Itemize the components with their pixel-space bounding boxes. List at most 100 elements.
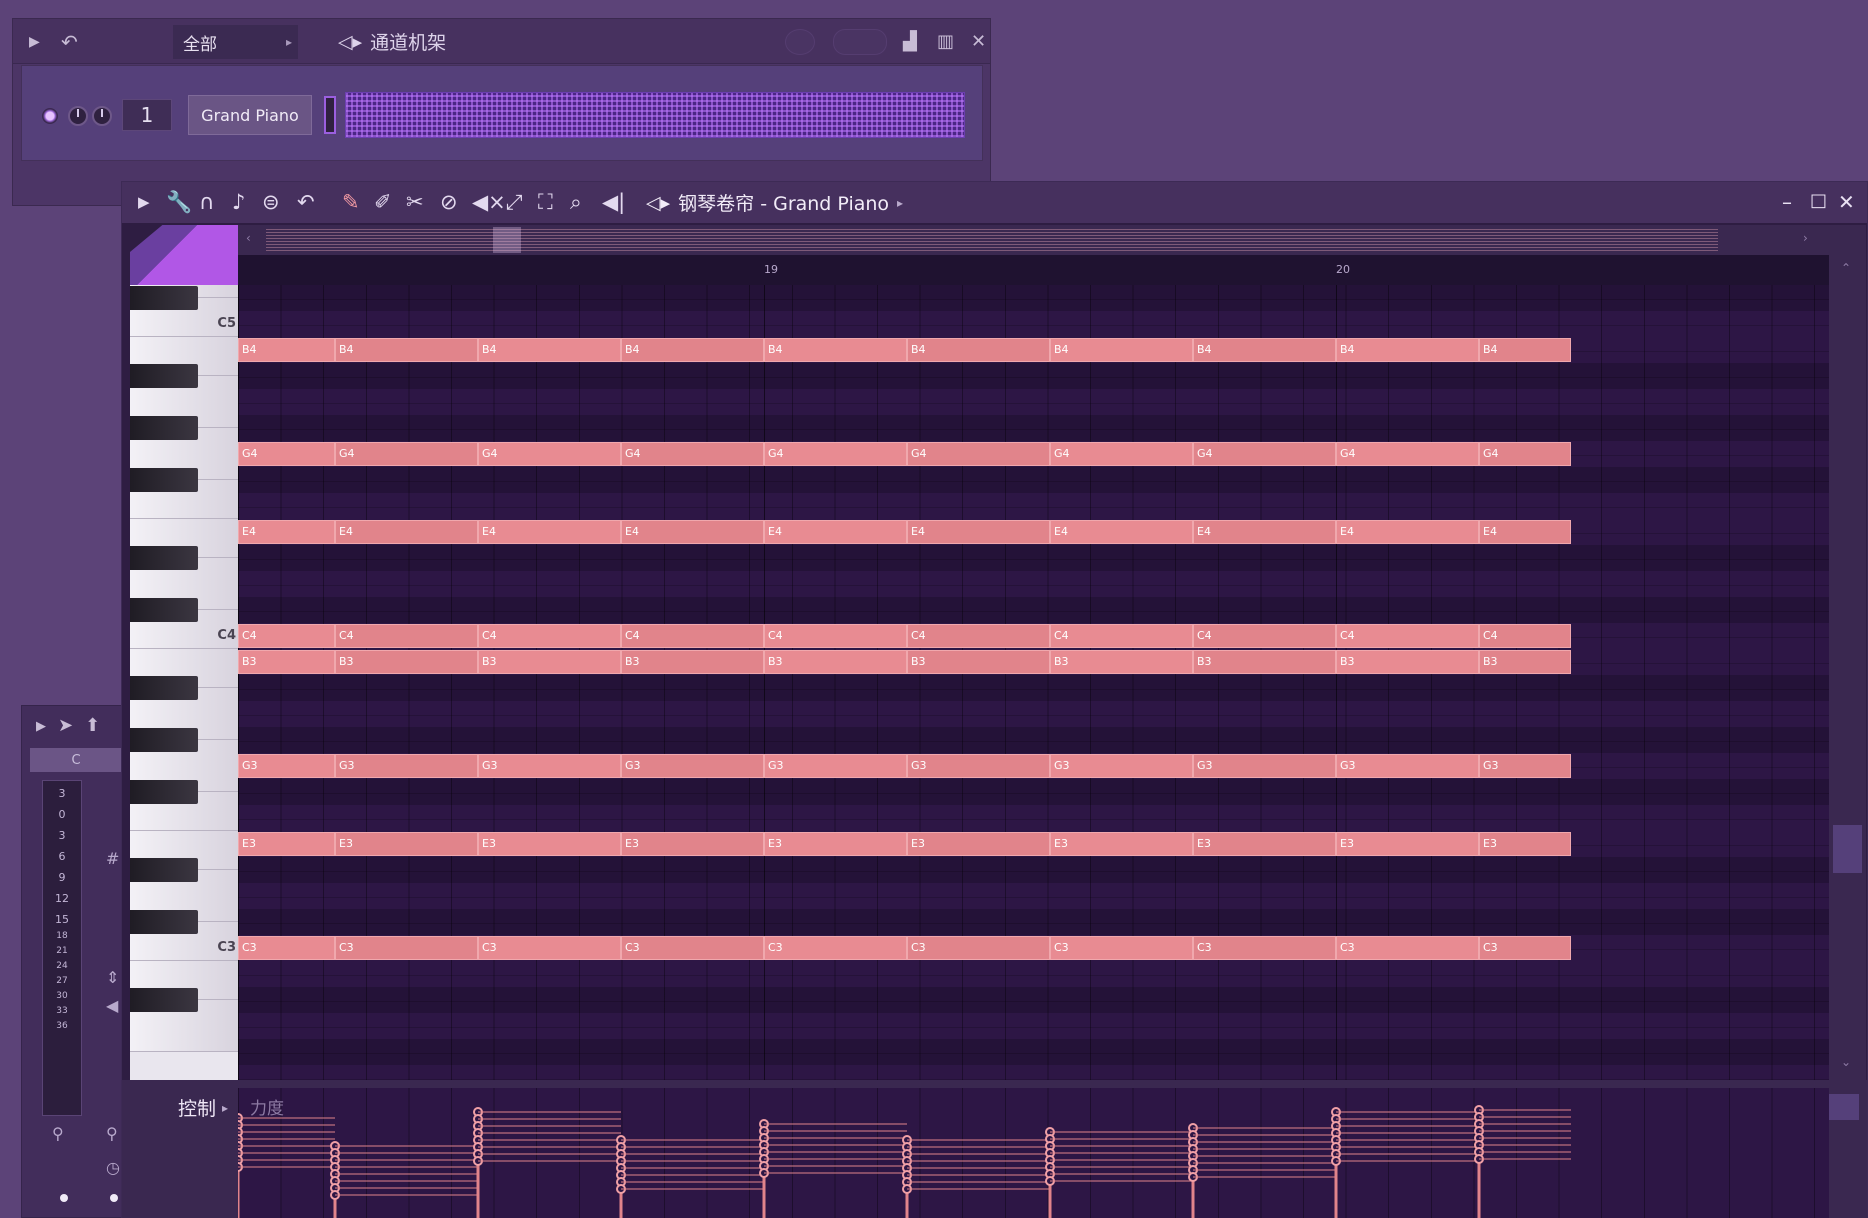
note[interactable]: E3 (764, 832, 907, 856)
black-key[interactable] (130, 728, 198, 752)
note[interactable]: B4 (478, 338, 621, 362)
value-list-item[interactable]: 15 (43, 913, 81, 926)
delete-icon[interactable]: ⊘ (440, 190, 458, 214)
velocity-group[interactable] (1331, 1107, 1479, 1218)
note[interactable]: E3 (1193, 832, 1336, 856)
velocity-group[interactable] (616, 1135, 764, 1218)
more-options-icon[interactable] (833, 29, 887, 55)
note[interactable]: B3 (1193, 650, 1336, 674)
note[interactable]: E4 (1336, 520, 1479, 544)
note[interactable]: G4 (907, 442, 1050, 466)
control-options-button[interactable] (1829, 1094, 1859, 1120)
velocity-group[interactable] (1474, 1105, 1571, 1218)
chevron-right-icon[interactable]: ▸ (897, 196, 903, 210)
value-list-item[interactable]: 18 (43, 931, 81, 941)
note[interactable]: C3 (1336, 936, 1479, 960)
value-list-item[interactable]: 3 (43, 829, 81, 842)
fish-icon[interactable]: ➤ (58, 717, 73, 735)
velocity-group[interactable] (759, 1119, 907, 1218)
note[interactable]: B4 (335, 338, 478, 362)
note[interactable]: G4 (478, 442, 621, 466)
up-down-icon[interactable]: ⇕ (106, 968, 119, 987)
note[interactable]: G4 (335, 442, 478, 466)
value-list-item[interactable]: 6 (43, 850, 81, 863)
note[interactable]: G3 (907, 754, 1050, 778)
note[interactable]: G3 (1479, 754, 1571, 778)
maximize-icon[interactable]: □ (1810, 190, 1827, 211)
note[interactable]: E3 (621, 832, 764, 856)
velocity-group[interactable] (902, 1135, 1050, 1218)
value-list-item[interactable]: 36 (43, 1021, 81, 1031)
chevron-left-icon[interactable]: ‹ (246, 231, 251, 245)
note[interactable]: C4 (335, 624, 478, 648)
menu-icon[interactable]: ⊜ (262, 190, 280, 214)
black-key[interactable] (130, 910, 198, 934)
pan-knob[interactable] (68, 106, 88, 126)
note[interactable]: B3 (1479, 650, 1571, 674)
note[interactable]: G3 (1050, 754, 1193, 778)
note[interactable]: B4 (238, 338, 335, 362)
note[interactable]: G4 (764, 442, 907, 466)
note[interactable]: C3 (907, 936, 1050, 960)
chevron-up-icon[interactable]: ⌃ (1841, 261, 1851, 275)
note[interactable]: G4 (1193, 442, 1336, 466)
stamp-icon[interactable]: ⚲ (106, 1124, 118, 1143)
note[interactable]: B3 (478, 650, 621, 674)
channel-name-button[interactable]: Grand Piano (188, 95, 312, 135)
note[interactable]: C4 (478, 624, 621, 648)
value-list-item[interactable]: 9 (43, 871, 81, 884)
zoom-icon[interactable]: ⌕ (570, 190, 582, 214)
pencil-icon[interactable]: ✎ (342, 190, 360, 214)
grid-icon[interactable]: # (106, 849, 119, 868)
step-sequencer-grid[interactable] (345, 92, 965, 138)
note[interactable]: G3 (335, 754, 478, 778)
note[interactable]: G3 (1336, 754, 1479, 778)
note[interactable]: G4 (1050, 442, 1193, 466)
value-list-item[interactable]: 27 (43, 976, 81, 986)
note[interactable]: B4 (764, 338, 907, 362)
undo-icon[interactable]: ↶ (61, 19, 78, 64)
note[interactable]: C3 (1193, 936, 1336, 960)
black-key[interactable] (130, 676, 198, 700)
overview-scrollbar[interactable]: ‹ › (238, 225, 1866, 255)
value-list-item[interactable]: 33 (43, 1006, 81, 1016)
note[interactable]: C3 (764, 936, 907, 960)
note[interactable]: C4 (764, 624, 907, 648)
note[interactable]: B3 (621, 650, 764, 674)
note[interactable]: C4 (1193, 624, 1336, 648)
note[interactable]: E4 (478, 520, 621, 544)
velocity-group[interactable] (238, 1113, 335, 1218)
value-list-item[interactable]: 30 (43, 991, 81, 1001)
time-ruler[interactable]: 19 20 (238, 255, 1829, 285)
value-list-item[interactable]: 12 (43, 892, 81, 905)
velocity-group[interactable] (1045, 1127, 1193, 1218)
speaker-icon[interactable]: ◁▸ (338, 31, 362, 53)
note[interactable]: G3 (478, 754, 621, 778)
note[interactable]: B3 (907, 650, 1050, 674)
play-arrow-icon[interactable]: ▶ (138, 190, 150, 214)
note-icon[interactable]: ♪ (232, 190, 245, 214)
black-key[interactable] (130, 598, 198, 622)
note[interactable]: E4 (1193, 520, 1336, 544)
control-menu[interactable]: 控制 ▸ (178, 1094, 228, 1121)
note[interactable]: G3 (621, 754, 764, 778)
note[interactable]: E3 (907, 832, 1050, 856)
note[interactable]: G4 (1479, 442, 1571, 466)
note[interactable]: E4 (335, 520, 478, 544)
note[interactable]: B4 (1336, 338, 1479, 362)
undo-icon[interactable]: ↶ (297, 190, 315, 214)
velocity-group[interactable] (473, 1107, 621, 1218)
note[interactable]: B4 (907, 338, 1050, 362)
chevron-down-icon[interactable]: ⌄ (1841, 1055, 1851, 1069)
note[interactable]: E4 (1479, 520, 1571, 544)
channel-filter-select[interactable]: 全部 ▸ (173, 25, 298, 59)
columns-icon[interactable]: ▥ (937, 19, 954, 64)
speaker-icon[interactable]: ◀ (106, 996, 118, 1015)
note[interactable]: E4 (621, 520, 764, 544)
note[interactable]: G4 (1336, 442, 1479, 466)
value-list[interactable]: 3 0 3 6 9 12 15 18 21 24 27 30 33 36 (42, 780, 82, 1116)
black-key[interactable] (130, 416, 198, 440)
note[interactable]: E3 (1479, 832, 1571, 856)
note[interactable]: B4 (621, 338, 764, 362)
note[interactable]: E4 (1050, 520, 1193, 544)
